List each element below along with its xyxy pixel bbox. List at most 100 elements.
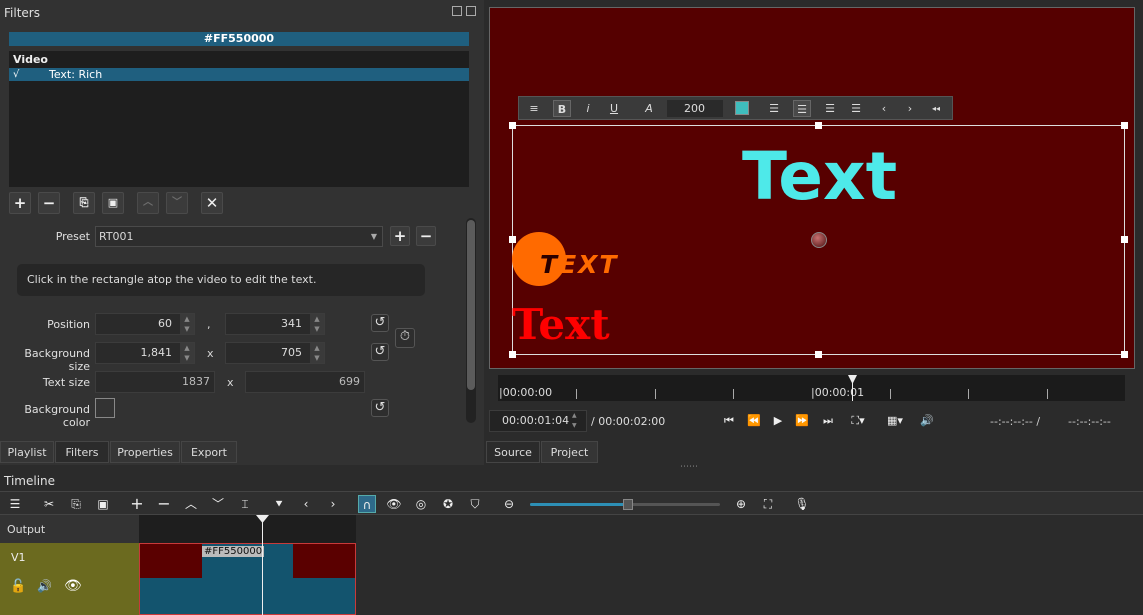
resize-handle[interactable] — [509, 236, 516, 243]
remove-icon[interactable]: − — [155, 495, 173, 513]
next-marker-icon[interactable]: › — [324, 495, 342, 513]
zoom-slider[interactable] — [530, 499, 720, 510]
tab-playlist[interactable]: Playlist — [0, 441, 54, 463]
deselect-filter-button[interactable]: ✕ — [201, 192, 223, 214]
center-handle[interactable] — [811, 232, 827, 248]
mute-icon[interactable]: 🔊 — [37, 579, 52, 593]
resize-handle[interactable] — [1121, 122, 1128, 129]
zoom-slider-handle[interactable] — [623, 499, 633, 510]
ripple-markers-icon[interactable]: ⛉ — [466, 495, 484, 513]
reset-bgcolor-icon[interactable]: ↺ — [371, 399, 389, 417]
resize-handle[interactable] — [509, 122, 516, 129]
underline-button[interactable]: U — [605, 100, 623, 117]
bgsize-h-field[interactable]: 705 ▲ ▼ — [225, 342, 325, 364]
overwrite-icon[interactable]: ﹀ — [209, 495, 227, 513]
menu-icon[interactable]: ☰ — [6, 495, 24, 513]
rtl-icon[interactable]: ◂◂ — [927, 100, 945, 117]
play-icon[interactable]: ▶ — [769, 412, 787, 430]
cut-icon[interactable]: ✂ — [40, 495, 58, 513]
fast-forward-icon[interactable]: ⏩ — [793, 412, 811, 430]
menu-icon[interactable]: ≡ — [525, 100, 543, 117]
filter-item-text-rich[interactable]: √ Text: Rich — [9, 68, 469, 81]
delete-preset-button[interactable]: − — [416, 226, 436, 246]
filters-scrollbar[interactable] — [466, 218, 476, 423]
bold-button[interactable]: B — [553, 100, 571, 117]
filter-list[interactable]: Video √ Text: Rich — [9, 51, 469, 187]
hide-icon[interactable]: 👁 — [64, 578, 82, 594]
tab-project[interactable]: Project — [541, 441, 598, 463]
ripple-all-icon[interactable]: ✪ — [439, 495, 457, 513]
timeline-ruler[interactable] — [139, 515, 356, 543]
bgcolor-swatch[interactable] — [95, 398, 115, 418]
align-center-icon[interactable]: ☰ — [793, 100, 811, 117]
add-filter-button[interactable]: + — [9, 192, 31, 214]
reset-size-icon[interactable]: ↺ — [371, 343, 389, 361]
spinner[interactable]: ▲ ▼ — [180, 343, 194, 363]
ripple-icon[interactable]: ◎ — [412, 495, 430, 513]
text-color-swatch[interactable] — [735, 101, 749, 115]
resize-handle[interactable] — [1121, 351, 1128, 358]
justify-icon[interactable]: ☰ — [847, 100, 865, 117]
filter-enable-checkbox[interactable]: √ — [13, 69, 23, 80]
spinner[interactable]: ▲ ▼ — [310, 314, 324, 334]
lock-icon[interactable]: 🔓 — [10, 579, 26, 594]
italic-button[interactable]: i — [579, 100, 597, 117]
scrollbar-thumb[interactable] — [467, 220, 475, 390]
tab-export[interactable]: Export — [181, 441, 237, 463]
resize-handle[interactable] — [815, 351, 822, 358]
save-preset-button[interactable]: + — [390, 226, 410, 246]
record-audio-icon[interactable]: 🎙 — [793, 495, 811, 513]
zoom-fit-timeline-icon[interactable]: ⛶ — [759, 495, 777, 513]
decrease-indent-icon[interactable]: ‹ — [875, 100, 893, 117]
resize-handle[interactable] — [1121, 236, 1128, 243]
copy-filters-button[interactable]: ⎘ — [73, 192, 95, 214]
remove-filter-button[interactable]: − — [38, 192, 60, 214]
splitter-handle[interactable]: ⋯⋯ — [680, 462, 698, 472]
snap-icon[interactable]: ∩ — [358, 495, 376, 513]
font-size-field[interactable]: 200 — [667, 100, 723, 117]
lift-icon[interactable]: ︿ — [182, 495, 200, 513]
tab-properties[interactable]: Properties — [110, 441, 180, 463]
rewind-icon[interactable]: ⏪ — [745, 412, 763, 430]
prev-marker-icon[interactable]: ‹ — [297, 495, 315, 513]
close-icon[interactable] — [466, 6, 476, 16]
timeline-area[interactable] — [356, 515, 1143, 615]
increase-indent-icon[interactable]: › — [901, 100, 919, 117]
tab-filters[interactable]: Filters — [55, 441, 109, 463]
paste-icon[interactable]: ▣ — [94, 495, 112, 513]
move-up-button[interactable]: ︿ — [137, 192, 159, 214]
preset-select[interactable]: RT001 ▼ — [95, 226, 383, 247]
scrub-icon[interactable]: 👁 — [385, 495, 403, 513]
append-icon[interactable]: + — [128, 495, 146, 513]
font-button[interactable]: A — [640, 100, 658, 117]
zoom-fit-icon[interactable]: ⛶▾ — [844, 412, 872, 430]
align-left-icon[interactable]: ☰ — [765, 100, 783, 117]
timecode-spinner[interactable]: ▲ ▼ — [572, 411, 584, 431]
zoom-out-icon[interactable]: ⊖ — [500, 495, 518, 513]
keyframes-stopwatch-icon[interactable]: ⏱ — [395, 328, 415, 348]
player-ruler[interactable]: |00:00:00 |00:00:01 — [498, 375, 1125, 401]
skip-previous-icon[interactable]: ⏮ — [720, 412, 738, 430]
align-right-icon[interactable]: ☰ — [821, 100, 839, 117]
paste-filters-button[interactable]: ▣ — [102, 192, 124, 214]
v1-track-head[interactable]: V1 🔓 🔊 👁 — [0, 543, 139, 615]
split-icon[interactable]: ⌶ — [236, 495, 254, 513]
timeline-clip[interactable]: #FF550000 — [139, 543, 356, 615]
skip-next-icon[interactable]: ⏭ — [819, 412, 837, 430]
spinner[interactable]: ▲ ▼ — [310, 343, 324, 363]
zoom-in-icon[interactable]: ⊕ — [732, 495, 750, 513]
position-x-field[interactable]: 60 ▲ ▼ — [95, 313, 195, 335]
volume-icon[interactable]: 🔊 — [918, 412, 936, 430]
tab-source[interactable]: Source — [486, 441, 540, 463]
move-down-button[interactable]: ﹀ — [166, 192, 188, 214]
position-y-field[interactable]: 341 ▲ ▼ — [225, 313, 325, 335]
copy-icon[interactable]: ⎘ — [67, 495, 85, 513]
resize-handle[interactable] — [815, 122, 822, 129]
bgsize-w-field[interactable]: 1,841 ▲ ▼ — [95, 342, 195, 364]
reset-position-icon[interactable]: ↺ — [371, 314, 389, 332]
spinner[interactable]: ▲ ▼ — [180, 314, 194, 334]
grid-icon[interactable]: ▦▾ — [880, 412, 910, 430]
marker-icon[interactable]: ⯆ — [270, 495, 288, 513]
resize-handle[interactable] — [509, 351, 516, 358]
float-icon[interactable] — [452, 6, 462, 16]
